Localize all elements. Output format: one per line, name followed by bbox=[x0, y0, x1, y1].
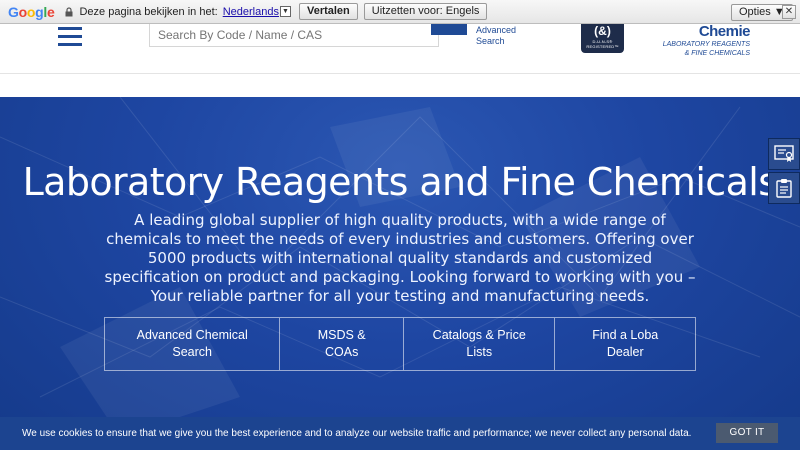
lock-icon bbox=[64, 6, 74, 17]
cookie-message: We use cookies to ensure that we give yo… bbox=[22, 428, 692, 439]
chevron-down-icon[interactable]: ▼ bbox=[279, 6, 291, 17]
duns-label: D-U-N-S® REGISTERED™ bbox=[586, 39, 619, 49]
menu-icon[interactable] bbox=[58, 27, 82, 47]
google-logo-letter: e bbox=[46, 3, 55, 20]
brand-tagline-line2: & FINE CHEMICALS bbox=[684, 50, 750, 57]
clipboard-icon bbox=[776, 179, 792, 198]
brand-logo[interactable]: Chemie LABORATORY REAGENTS & FINE CHEMIC… bbox=[660, 23, 751, 58]
action-line2: COAs bbox=[325, 345, 359, 359]
duns-badge: (&) D-U-N-S® REGISTERED™ bbox=[581, 24, 624, 53]
msds-coas-button[interactable]: MSDS & COAs bbox=[280, 318, 404, 370]
find-dealer-button[interactable]: Find a Loba Dealer bbox=[555, 318, 695, 370]
action-line1: Find a Loba bbox=[592, 328, 659, 342]
catalogs-price-lists-button[interactable]: Catalogs & Price Lists bbox=[404, 318, 556, 370]
brand-tagline-line1: LABORATORY REAGENTS bbox=[662, 41, 750, 48]
site-header: Advanced Search (&) D-U-N-S® REGISTERED™… bbox=[0, 24, 800, 74]
google-logo-letter: G bbox=[8, 3, 19, 20]
action-line2: Lists bbox=[466, 345, 493, 359]
translate-bar: Google Deze pagina bekijken in het: Nede… bbox=[0, 0, 800, 24]
brand-name: Chemie bbox=[698, 23, 751, 40]
turn-off-translation-button[interactable]: Uitzetten voor: Engels bbox=[363, 3, 488, 20]
language-select[interactable]: Nederlands bbox=[223, 6, 279, 18]
translate-prompt: Deze pagina bekijken in het: bbox=[79, 5, 218, 18]
action-line2: Dealer bbox=[606, 345, 644, 359]
certificate-icon bbox=[774, 145, 794, 162]
google-logo-letter: o bbox=[26, 3, 36, 20]
google-logo-letter: o bbox=[18, 3, 28, 20]
google-logo: Google bbox=[8, 3, 55, 20]
cookie-banner: We use cookies to ensure that we give yo… bbox=[0, 417, 800, 450]
advanced-search-line2: Search bbox=[476, 36, 505, 46]
advanced-search-line1: Advanced bbox=[476, 25, 517, 35]
advanced-chemical-search-button[interactable]: Advanced Chemical Search bbox=[105, 318, 281, 370]
search-button[interactable] bbox=[431, 24, 467, 35]
action-line2: Search bbox=[172, 345, 212, 359]
search-input[interactable] bbox=[149, 24, 439, 47]
cookie-accept-button[interactable]: GOT IT bbox=[716, 423, 778, 443]
action-line1: Advanced Chemical bbox=[136, 328, 248, 342]
close-icon[interactable]: ✕ bbox=[782, 5, 796, 19]
clipboard-side-button[interactable] bbox=[768, 172, 800, 204]
duns-seal-icon: (&) bbox=[594, 24, 611, 38]
hero-title: Laboratory Reagents and Fine Chemicals bbox=[22, 160, 778, 204]
action-line1: Catalogs & Price bbox=[432, 328, 526, 342]
advanced-search-link[interactable]: Advanced Search bbox=[476, 25, 516, 47]
hero-description: A leading global supplier of high qualit… bbox=[104, 211, 696, 305]
translate-button[interactable]: Vertalen bbox=[298, 3, 358, 20]
hero-actions: Advanced Chemical Search MSDS & COAs Catal… bbox=[104, 317, 696, 371]
action-line1: MSDS & bbox=[317, 328, 366, 342]
certificate-side-button[interactable] bbox=[768, 138, 800, 170]
